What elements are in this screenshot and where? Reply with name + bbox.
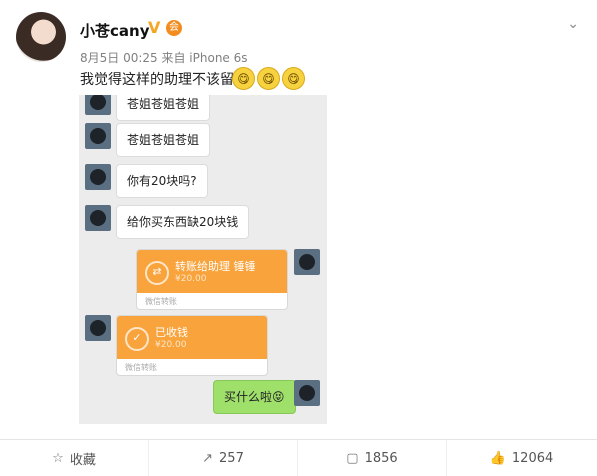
avatar <box>294 380 320 406</box>
username[interactable]: 小苍cany <box>80 20 149 41</box>
chevron-down-icon[interactable]: ⌄ <box>567 16 579 32</box>
emoji-icon: 😋 <box>232 67 255 90</box>
chat-message-row: 给你买东西缺20块钱 <box>79 205 327 241</box>
transfer-title: 已收钱 <box>155 326 188 339</box>
avatar <box>85 164 111 190</box>
chat-message-row: 苍姐苍姐苍姐 <box>79 95 327 121</box>
transfer-title: 转账给助理 锤锤 <box>175 260 256 273</box>
comment-count: 1856 <box>364 450 398 466</box>
share-icon: ↗ <box>202 450 214 466</box>
star-icon: ☆ <box>52 450 64 466</box>
chat-message-row: 苍姐苍姐苍姐 <box>79 123 327 159</box>
transfer-footer: 微信转账 <box>125 363 157 372</box>
chat-message-row: ✓ 已收钱 ¥20.00 微信转账 <box>79 315 327 376</box>
chat-bubble: 给你买东西缺20块钱 <box>116 205 250 239</box>
avatar <box>85 123 111 149</box>
avatar <box>85 205 111 231</box>
post-meta: 8月5日 00:25 来自 iPhone 6s <box>80 51 248 65</box>
chat-message-row: 你有20块吗? <box>79 164 327 200</box>
share-button[interactable]: ↗ 257 <box>149 440 298 476</box>
transfer-card[interactable]: ✓ 已收钱 ¥20.00 微信转账 <box>116 315 268 376</box>
verified-badge-icon: V <box>148 18 161 37</box>
avatar <box>85 95 111 115</box>
emoji-icon: 😋 <box>257 67 280 90</box>
like-button[interactable]: 👍 12064 <box>447 440 596 476</box>
chat-message-row: ⇄ 转账给助理 锤锤 ¥20.00 微信转账 <box>79 249 327 310</box>
chat-bubble: 苍姐苍姐苍姐 <box>116 123 211 157</box>
member-badge-icon: 会 <box>166 20 182 36</box>
transfer-amount: ¥20.00 <box>155 340 187 350</box>
like-count: 12064 <box>511 450 554 466</box>
like-icon: 👍 <box>489 450 506 466</box>
comment-button[interactable]: ▢ 1856 <box>298 440 447 476</box>
action-bar: ☆ 收藏 ↗ 257 ▢ 1856 👍 12064 <box>0 439 597 476</box>
chat-screenshot: 苍姐苍姐苍姐 苍姐苍姐苍姐 你有20块吗? 给你买东西缺20块钱 ⇄ 转账给助理… <box>79 95 327 424</box>
chat-bubble: 你有20块吗? <box>116 164 208 198</box>
chat-bubble: 苍姐苍姐苍姐 <box>116 95 211 121</box>
check-circle-icon: ✓ <box>125 327 149 351</box>
chat-message-row: 买什么啦😝 <box>79 380 327 416</box>
comment-icon: ▢ <box>346 450 359 466</box>
transfer-amount: ¥20.00 <box>175 274 207 284</box>
emoji-row: 😋 😋 😋 <box>232 67 305 90</box>
favorite-button[interactable]: ☆ 收藏 <box>0 440 149 476</box>
post-text: 我觉得这样的助理不该留 <box>80 72 234 88</box>
chat-bubble: 买什么啦😝 <box>213 380 296 414</box>
avatar <box>294 249 320 275</box>
post-header: 小苍cany V 会 8月5日 00:25 来自 iPhone 6s 我觉得这样… <box>0 0 597 95</box>
share-count: 257 <box>219 450 244 466</box>
avatar[interactable] <box>16 12 66 62</box>
emoji-icon: 😋 <box>282 67 305 90</box>
transfer-footer: 微信转账 <box>145 297 177 306</box>
avatar <box>85 315 111 341</box>
transfer-card[interactable]: ⇄ 转账给助理 锤锤 ¥20.00 微信转账 <box>136 249 288 310</box>
transfer-icon: ⇄ <box>145 261 169 285</box>
favorite-label: 收藏 <box>69 452 96 468</box>
